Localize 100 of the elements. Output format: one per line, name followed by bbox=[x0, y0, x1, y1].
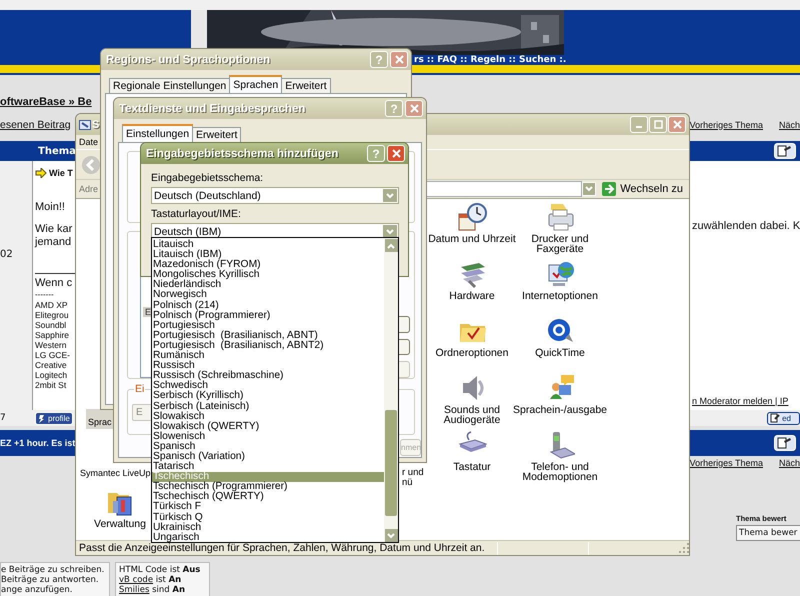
post-text: Wie kar bbox=[35, 223, 74, 236]
list-option[interactable]: Serbisch (Kyrillisch) bbox=[152, 391, 384, 402]
list-option[interactable]: Serbisch (Lateinisch) bbox=[152, 402, 384, 412]
window-title: Regions- und Sprachoptionen bbox=[106, 54, 270, 66]
signature-text: ------- bbox=[35, 290, 55, 300]
signature-text: Logitech bbox=[35, 370, 68, 380]
edit-icon bbox=[770, 413, 780, 423]
text-link[interactable]: Vorheriges Thema bbox=[690, 120, 763, 130]
edit-button[interactable]: ed bbox=[767, 412, 800, 424]
list-option[interactable]: Portugiesisch (Brasilianisch, ABNT2) bbox=[152, 340, 384, 352]
list-option[interactable]: Litauisch bbox=[152, 240, 384, 250]
lightning-icon bbox=[38, 414, 46, 422]
nav-links[interactable]: rs :: FAQ :: Regeln :: Suchen :. bbox=[414, 55, 566, 65]
list-option[interactable]: Norwegisch bbox=[152, 290, 384, 301]
caret-icon bbox=[386, 192, 394, 198]
caret-icon bbox=[387, 532, 395, 538]
reply-icon[interactable] bbox=[774, 435, 796, 451]
post-number: 02 bbox=[0, 249, 13, 260]
signature-text: Creative bbox=[35, 360, 68, 370]
text-link[interactable]: vB code bbox=[119, 575, 154, 585]
list-option[interactable]: Türkisch Q bbox=[152, 512, 384, 523]
field-label: Eingabegebietsschema: bbox=[151, 172, 264, 184]
dropdown-value: Deutsch (IBM) bbox=[153, 226, 222, 238]
post-number: 7 bbox=[0, 413, 7, 423]
arrow-icon bbox=[602, 182, 616, 196]
list-option[interactable]: Portugiesisch bbox=[152, 320, 384, 331]
maximize-icon bbox=[654, 120, 662, 129]
reply-icon[interactable] bbox=[774, 143, 796, 159]
list-option[interactable]: Polnisch (214) bbox=[152, 300, 384, 311]
signature-text: LG GCE- bbox=[35, 350, 71, 360]
signature-text: Western bbox=[35, 340, 68, 350]
list-option[interactable]: Russisch bbox=[152, 361, 384, 372]
text-link[interactable]: esenen Beitrag bbox=[0, 118, 71, 130]
dropdown-value: Deutsch (Deutschland) bbox=[153, 190, 262, 202]
post-title: Wie T bbox=[49, 168, 73, 178]
list-option[interactable]: Ungarisch bbox=[152, 532, 384, 543]
close-icon bbox=[394, 55, 404, 64]
list-option[interactable]: Ukrainisch bbox=[152, 522, 384, 533]
status-text: Passt die Anzeigeeinstellungen für Sprachen, Zahlen, Währung, Datum und Uhrzeit an. bbox=[78, 542, 486, 554]
close-button[interactable] bbox=[387, 145, 405, 162]
group-label: Ei bbox=[134, 383, 146, 395]
post-text: Moin!! bbox=[35, 201, 66, 214]
setting-value: sind An bbox=[151, 585, 186, 595]
list-option[interactable]: Slowenisch bbox=[152, 432, 384, 442]
text-link[interactable]: Vorheriges Thema bbox=[690, 458, 763, 468]
permission-text: ange anzufügen. bbox=[1, 585, 74, 595]
scrollbar[interactable] bbox=[384, 238, 398, 542]
breadcrumb-link[interactable]: oftwareBase » Be bbox=[0, 96, 92, 108]
list-option[interactable]: Spanisch bbox=[152, 442, 384, 452]
list-option[interactable]: Tatarisch bbox=[152, 462, 384, 472]
column-header: Thema bbox=[38, 146, 76, 156]
permission-text: e Beiträge zu schreiben. bbox=[1, 565, 106, 575]
list-option[interactable]: Schwedisch bbox=[152, 381, 384, 392]
dropdown[interactable]: Deutsch (Deutschland) bbox=[151, 187, 399, 204]
list-option[interactable]: Portugiesisch (Brasilianisch, ABNT) bbox=[152, 330, 384, 341]
list-option[interactable]: Türkisch F bbox=[152, 502, 384, 513]
list-option[interactable]: Polnisch (Programmierer) bbox=[152, 310, 384, 321]
list-option[interactable]: Slowakisch bbox=[152, 412, 384, 422]
signature-text: Soundbl bbox=[35, 320, 68, 330]
setting-value: ist Aus bbox=[168, 565, 200, 575]
post-text: zuwählenden dabei. K bbox=[692, 220, 800, 233]
report-link[interactable]: n Moderator melden | IP bbox=[692, 396, 800, 406]
list-option[interactable]: Litauisch (IBM) bbox=[152, 250, 384, 260]
list-option[interactable]: Mongolisches Kyrillisch bbox=[152, 270, 384, 280]
calendar-clock-icon bbox=[457, 202, 487, 232]
scroll-thumb[interactable] bbox=[385, 410, 397, 516]
setting-label: HTML Code bbox=[119, 565, 168, 575]
list-option[interactable]: Russisch (Schreibmaschine) bbox=[152, 371, 384, 382]
post-text: jemand bbox=[35, 236, 72, 249]
arrow-icon bbox=[35, 168, 47, 178]
list-option[interactable]: Tschechisch (Programmierer) bbox=[152, 482, 384, 492]
list-option[interactable]: Mazedonisch (FYROM) bbox=[152, 260, 384, 270]
scroll-down-button[interactable] bbox=[384, 529, 398, 542]
list-option[interactable]: Rumänisch bbox=[152, 351, 384, 362]
time-text: EZ +1 hour. Es ist bbox=[0, 438, 76, 448]
list-option[interactable]: Tschechisch (QWERTY) bbox=[152, 492, 384, 502]
close-icon bbox=[672, 120, 682, 129]
field-label: Tastaturlayout/IME: bbox=[151, 208, 242, 220]
text-link[interactable]: Näch bbox=[778, 120, 800, 130]
caret-icon bbox=[585, 186, 594, 192]
list-option[interactable]: Slowakisch (QWERTY) bbox=[152, 422, 384, 432]
profile-button[interactable]: profile bbox=[35, 412, 73, 424]
list-option[interactable]: Spanisch (Variation) bbox=[152, 452, 384, 462]
list-option[interactable]: Niederländisch bbox=[152, 280, 384, 290]
text-link[interactable]: Smilies bbox=[119, 585, 150, 595]
permission-text: Beiträge zu antworten. bbox=[1, 575, 100, 585]
close-icon bbox=[392, 149, 400, 158]
signature-text: Sapphire bbox=[35, 330, 70, 340]
signature-text: Elitegrou bbox=[35, 310, 70, 320]
text-link[interactable]: Näch bbox=[778, 458, 800, 468]
setting-value: ist An bbox=[154, 575, 182, 585]
signature-text: 2mbit St bbox=[35, 380, 68, 390]
rating-select[interactable]: Thema bewer bbox=[736, 525, 800, 541]
resize-grip-icon bbox=[679, 543, 689, 553]
window-title: S bbox=[92, 118, 100, 130]
window-title: Eingabegebietsschema hinzufügen bbox=[146, 148, 338, 160]
control-panel-icon bbox=[79, 118, 91, 130]
signature-text: AMD XP bbox=[35, 300, 69, 310]
window-title: Textdienste und Eingabesprachen bbox=[119, 102, 306, 114]
address-label: Adre bbox=[79, 184, 98, 194]
